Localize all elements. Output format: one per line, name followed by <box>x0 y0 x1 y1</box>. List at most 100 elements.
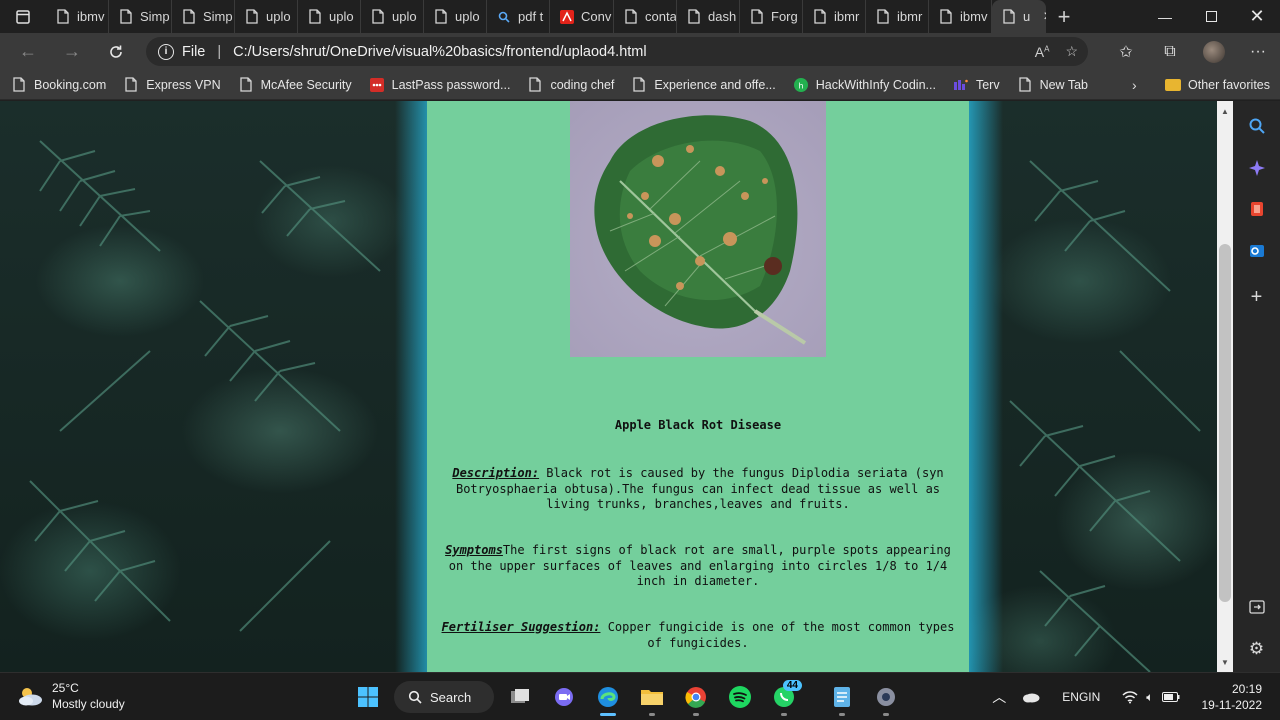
maximize-button[interactable] <box>1188 0 1234 33</box>
tab-label: uplo <box>266 9 291 24</box>
favorite-label: New Tab <box>1039 77 1088 92</box>
browser-tab[interactable]: Simp <box>109 0 172 33</box>
favorite-link[interactable]: h HackWithInfy Codin... <box>793 77 936 93</box>
spotify-button[interactable] <box>722 679 758 715</box>
weather-widget[interactable]: 25°C Mostly cloudy <box>16 681 125 711</box>
browser-tab[interactable]: conta <box>614 0 677 33</box>
language-indicator[interactable]: ENG IN <box>1062 690 1100 705</box>
close-window-button[interactable]: ✕ <box>1234 0 1280 33</box>
favorite-link[interactable]: McAfee Security <box>239 77 352 93</box>
browser-tab[interactable]: uplo <box>298 0 361 33</box>
browser-tab[interactable]: uplo <box>424 0 487 33</box>
sidebar-settings-gear-icon[interactable]: ⚙ <box>1233 637 1280 661</box>
tab-label: ibmv <box>77 9 105 24</box>
sidebar-outlook-icon[interactable] <box>1233 239 1280 263</box>
folder-icon <box>641 690 663 705</box>
favorite-link[interactable]: Booking.com <box>12 77 106 93</box>
favorite-label: coding chef <box>550 77 615 92</box>
profile-button[interactable] <box>1192 40 1236 63</box>
favorite-link[interactable]: Experience and offe... <box>632 77 776 93</box>
notepad-icon <box>834 687 850 707</box>
hackwithinfy-icon: h <box>793 77 808 93</box>
other-favorites-button[interactable]: Other favorites <box>1165 70 1270 100</box>
task-view-button[interactable] <box>502 679 538 715</box>
lang-line1: ENG <box>1062 689 1089 704</box>
edge-taskbar-button[interactable] <box>590 679 626 716</box>
browser-tab[interactable]: Conv <box>550 0 614 33</box>
browser-tab[interactable]: uplo <box>361 0 424 33</box>
browser-tab[interactable]: dash <box>677 0 740 33</box>
sidebar-hide-icon[interactable] <box>1233 595 1280 619</box>
teams-chat-button[interactable] <box>546 679 582 715</box>
browser-tab[interactable]: ibmv <box>929 0 992 33</box>
tab-actions-button[interactable] <box>0 0 46 33</box>
browser-tab[interactable]: ibmv <box>46 0 109 33</box>
page-icon <box>1002 9 1016 25</box>
browser-tab[interactable]: Simp <box>172 0 235 33</box>
favorite-label: Booking.com <box>34 77 107 92</box>
show-hidden-icons-chevron-icon[interactable]: ︿ <box>992 687 1006 707</box>
sidebar-search-icon[interactable] <box>1233 114 1280 138</box>
battery-icon[interactable] <box>1161 692 1180 702</box>
wifi-icon[interactable] <box>1122 690 1138 704</box>
windows-logo-icon <box>358 687 378 707</box>
favorites-icon[interactable]: ✩ <box>1104 42 1148 62</box>
whatsapp-button[interactable]: 44 <box>766 679 802 716</box>
address-url[interactable]: C:/Users/shrut/OneDrive/visual%20basics/… <box>233 44 646 60</box>
browser-tab[interactable]: ibmr <box>803 0 866 33</box>
browser-tab[interactable]: uplo <box>235 0 298 33</box>
favorites-overflow-chevron-icon[interactable]: › <box>1132 70 1137 100</box>
taskbar-search-button[interactable]: Search <box>394 681 494 713</box>
scroll-down-arrow-icon[interactable]: ▼ <box>1217 654 1233 670</box>
sidebar-discover-icon[interactable] <box>1233 156 1280 180</box>
browser-tab[interactable]: pdf t <box>487 0 550 33</box>
back-button[interactable]: ← <box>6 33 50 70</box>
description-label: Description: <box>452 466 540 480</box>
favorite-link[interactable]: coding chef <box>528 77 614 93</box>
page-icon <box>1018 77 1032 93</box>
sidebar-office-icon[interactable] <box>1233 197 1280 221</box>
browser-tab[interactable]: Forg <box>740 0 803 33</box>
lang-line2: IN <box>1088 689 1101 704</box>
browser-tab[interactable]: ibmr <box>866 0 929 33</box>
start-button[interactable] <box>350 679 386 715</box>
refresh-button[interactable] <box>94 33 138 70</box>
fertiliser-text: Copper fungicide is one of the most comm… <box>600 620 955 650</box>
chrome-button[interactable] <box>678 679 714 716</box>
favorite-link[interactable]: LastPass password... <box>369 77 510 93</box>
forward-button[interactable]: → <box>50 33 94 70</box>
system-clock[interactable]: 20:19 19-11-2022 <box>1202 681 1263 713</box>
active-indicator <box>600 713 616 716</box>
page-icon <box>687 9 701 25</box>
settings-menu-icon[interactable]: ··· <box>1236 43 1280 61</box>
tab-active[interactable]: u× <box>992 0 1046 33</box>
address-bar[interactable]: i File | C:/Users/shrut/OneDrive/visual%… <box>146 37 1088 66</box>
collections-icon[interactable]: ⧉ <box>1148 43 1192 61</box>
sidebar-add-icon[interactable]: + <box>1233 285 1280 309</box>
read-aloud-icon[interactable]: AA <box>1035 44 1050 60</box>
tab-label: uplo <box>392 9 417 24</box>
cloudy-weather-icon <box>19 688 42 706</box>
volume-icon[interactable]: 🔈︎ <box>1146 690 1153 705</box>
favorite-link[interactable]: Terv <box>953 77 1000 93</box>
page-icon <box>939 9 953 25</box>
favorite-link[interactable]: Express VPN <box>124 77 221 93</box>
favorite-link[interactable]: New Tab <box>1018 77 1088 93</box>
new-tab-button[interactable]: + <box>1046 0 1082 33</box>
add-favorite-icon[interactable]: ☆ <box>1065 43 1078 60</box>
scroll-up-arrow-icon[interactable]: ▲ <box>1217 103 1233 119</box>
site-info-icon[interactable]: i <box>158 43 174 60</box>
tab-label: Conv <box>581 9 612 24</box>
settings-app-button[interactable] <box>868 679 904 716</box>
page-scrollbar[interactable]: ▲ ▼ <box>1217 101 1233 672</box>
browser-toolbar: ← → i File | C:/Users/shrut/OneDrive/vis… <box>0 33 1280 70</box>
weather-temp: 25°C <box>52 681 79 695</box>
search-icon <box>408 690 422 704</box>
page-icon <box>434 9 448 25</box>
scroll-thumb[interactable] <box>1219 244 1231 602</box>
minimize-button[interactable]: — <box>1142 0 1188 33</box>
notepad-button[interactable] <box>824 679 860 716</box>
onedrive-cloud-icon[interactable] <box>1022 691 1040 703</box>
file-explorer-button[interactable] <box>634 679 670 716</box>
disease-title: Apple Black Rot Disease <box>614 418 782 432</box>
